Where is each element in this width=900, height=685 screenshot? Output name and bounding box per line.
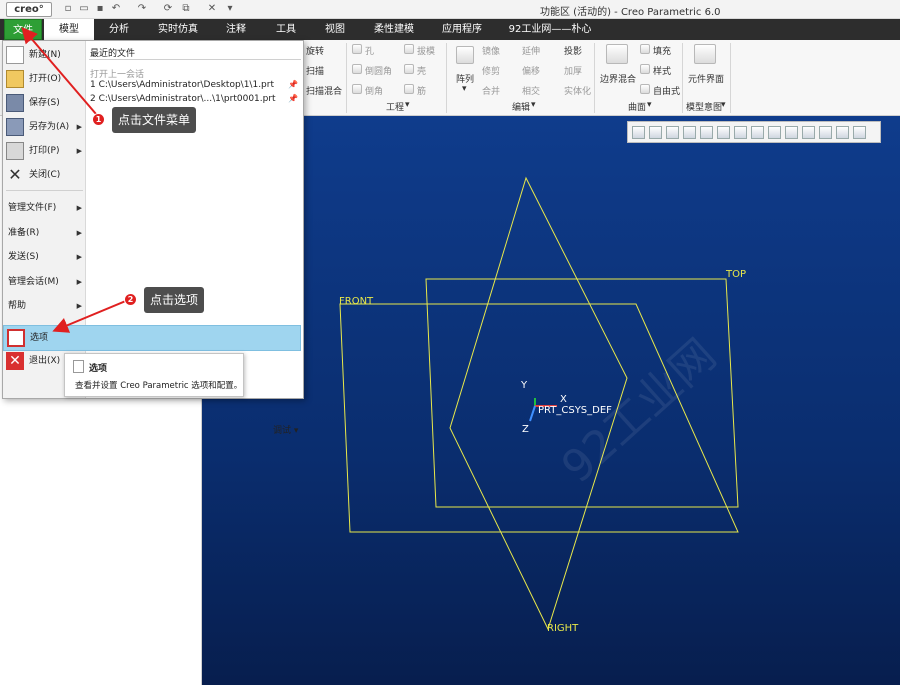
step-1-badge: 1: [92, 113, 105, 126]
step-1-callout: 点击文件菜单: [112, 107, 197, 133]
arrow-to-options: [52, 299, 129, 333]
annotation-arrows: [21, 26, 129, 333]
step-2-badge: 2: [124, 293, 137, 306]
step-2-callout: 点击选项: [144, 287, 205, 313]
arrow-to-file-tab: [21, 26, 97, 115]
